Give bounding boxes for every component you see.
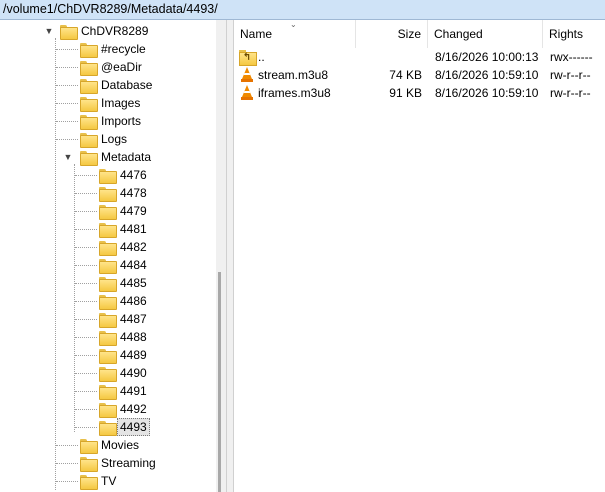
tree-item-root[interactable]: ChDVR8289 [60,22,151,40]
chevron-down-icon[interactable]: ▼ [63,148,73,166]
folder-icon [99,204,117,220]
folder-icon [60,24,78,40]
tree-item-4482[interactable]: 4482 [99,238,150,256]
tree-item-recycle[interactable]: #recycle [80,40,149,58]
folder-icon [80,456,98,472]
folder-icon [99,168,117,184]
tree-item-4492[interactable]: 4492 [99,400,150,418]
file-row[interactable]: iframes.m3u8 91 KB 8/16/2026 10:59:10 rw… [234,84,605,102]
folder-icon [80,96,98,112]
tree-item-4489[interactable]: 4489 [99,346,150,364]
tree-item-database[interactable]: Database [80,76,155,94]
folder-icon [99,276,117,292]
folder-icon [80,132,98,148]
file-list: Name ⌄ Size Changed Rights ↰ .. 8/16/202… [234,20,605,492]
column-header-rights[interactable]: Rights [543,20,605,48]
tree-item-4479[interactable]: 4479 [99,202,150,220]
chevron-down-icon[interactable]: ▼ [44,22,54,40]
folder-icon [99,312,117,328]
tree-item-4486[interactable]: 4486 [99,292,150,310]
folder-icon [99,384,117,400]
tree-item-streaming[interactable]: Streaming [80,454,159,472]
sort-chevron-icon: ⌄ [290,20,297,29]
tree-item-4485[interactable]: 4485 [99,274,150,292]
tree-item-movies[interactable]: Movies [80,436,142,454]
pane-splitter[interactable] [226,20,234,492]
folder-icon [80,78,98,94]
folder-icon [99,330,117,346]
folder-icon [80,438,98,454]
folder-tree: ▼ ChDVR8289 #recycle @eaDir Database Ima… [0,20,226,492]
tree-scrollbar[interactable] [216,20,226,492]
folder-icon [99,402,117,418]
column-header-name[interactable]: Name ⌄ [234,20,356,48]
folder-icon [80,114,98,130]
tree-item-logs[interactable]: Logs [80,130,130,148]
path-bar[interactable]: /volume1/ChDVR8289/Metadata/4493/ [0,0,605,20]
folder-icon [99,240,117,256]
column-header-size[interactable]: Size [356,20,428,48]
tree-item-4487[interactable]: 4487 [99,310,150,328]
tree-item-imports[interactable]: Imports [80,112,144,130]
folder-icon [99,366,117,382]
tree-item-metadata[interactable]: Metadata [80,148,154,166]
vlc-icon [241,67,253,82]
tree-item-tv[interactable]: TV [80,472,119,490]
folder-icon [80,150,98,166]
file-row-parent[interactable]: ↰ .. 8/16/2026 10:00:13 rwx------ [234,48,605,66]
tree-item-4491[interactable]: 4491 [99,382,150,400]
folder-icon [99,294,117,310]
folder-icon [80,474,98,490]
column-header-changed[interactable]: Changed [428,20,543,48]
tree-item-4478[interactable]: 4478 [99,184,150,202]
folder-icon [99,222,117,238]
tree-item-images[interactable]: Images [80,94,143,112]
tree-item-4488[interactable]: 4488 [99,328,150,346]
tree-item-4481[interactable]: 4481 [99,220,150,238]
list-header: Name ⌄ Size Changed Rights [234,20,605,48]
folder-icon [80,60,98,76]
folder-icon [99,420,117,436]
folder-icon [99,258,117,274]
folder-icon [99,348,117,364]
folder-icon [99,186,117,202]
tree-item-4484[interactable]: 4484 [99,256,150,274]
vlc-icon [241,85,253,100]
tree-item-4490[interactable]: 4490 [99,364,150,382]
tree-item-eadir[interactable]: @eaDir [80,58,145,76]
tree-item-4476[interactable]: 4476 [99,166,150,184]
tree-line [55,38,56,490]
scrollbar-thumb[interactable] [218,272,221,492]
file-row[interactable]: stream.m3u8 74 KB 8/16/2026 10:59:10 rw-… [234,66,605,84]
tree-item-4493[interactable]: 4493 [99,418,150,436]
folder-icon [80,42,98,58]
